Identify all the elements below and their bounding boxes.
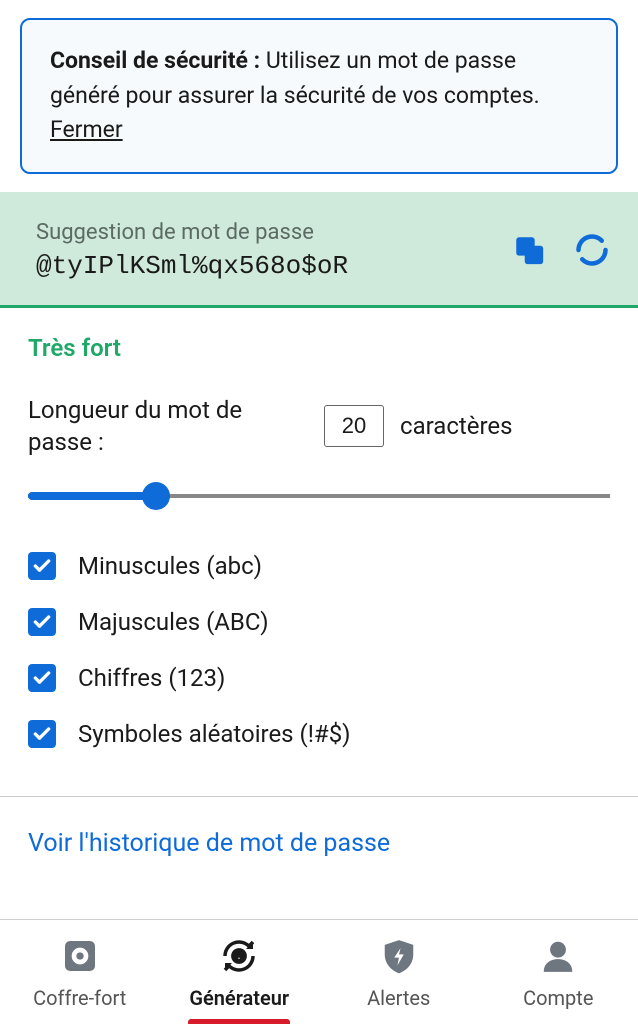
length-label: Longueur du mot de passe : [28,394,308,459]
option-digits: Chiffres (123) [28,650,610,706]
length-unit: caractères [400,412,513,440]
tip-close-link[interactable]: Fermer [50,116,123,143]
option-lowercase: Minuscules (abc) [28,538,610,594]
option-digits-label: Chiffres (123) [78,664,225,692]
generator-icon [218,936,260,976]
length-slider[interactable] [28,480,610,512]
tab-generator[interactable]: Générateur [160,920,320,1024]
checkbox-symbols[interactable] [28,720,56,748]
tab-vault[interactable]: Coffre-fort [0,920,160,1024]
refresh-icon[interactable] [574,232,610,268]
tip-strong: Conseil de sécurité : [50,47,260,74]
tab-alerts-label: Alertes [367,986,430,1010]
bottom-tabbar: Coffre-fort Générateur Alertes [0,919,638,1024]
view-history-link[interactable]: Voir l'historique de mot de passe [0,797,638,890]
tab-generator-label: Générateur [189,986,289,1010]
tab-vault-label: Coffre-fort [33,986,126,1010]
generated-password: @tyIPlKSml%qx568o$oR [36,251,496,281]
tab-account-label: Compte [523,986,593,1010]
account-icon [539,936,577,976]
password-suggestion-panel: Suggestion de mot de passe @tyIPlKSml%qx… [0,192,638,308]
security-tip-banner: Conseil de sécurité : Utilisez un mot de… [20,18,618,174]
length-row: Longueur du mot de passe : caractères [0,374,638,469]
alerts-icon [380,936,418,976]
strength-label: Très fort [0,308,638,374]
tab-account[interactable]: Compte [479,920,638,1024]
tab-alerts[interactable]: Alertes [319,920,479,1024]
option-symbols: Symboles aléatoires (!#$) [28,706,610,762]
copy-icon[interactable] [512,233,546,267]
slider-thumb[interactable] [142,482,170,510]
length-input[interactable] [324,405,384,447]
options-list: Minuscules (abc) Majuscules (ABC) Chiffr… [0,534,638,790]
checkbox-uppercase[interactable] [28,608,56,636]
option-uppercase-label: Majuscules (ABC) [78,608,269,636]
checkbox-digits[interactable] [28,664,56,692]
suggestion-label: Suggestion de mot de passe [36,220,496,245]
option-symbols-label: Symboles aléatoires (!#$) [78,720,351,748]
checkbox-lowercase[interactable] [28,552,56,580]
slider-fill [28,492,156,500]
vault-icon [60,936,100,976]
option-lowercase-label: Minuscules (abc) [78,552,262,580]
option-uppercase: Majuscules (ABC) [28,594,610,650]
